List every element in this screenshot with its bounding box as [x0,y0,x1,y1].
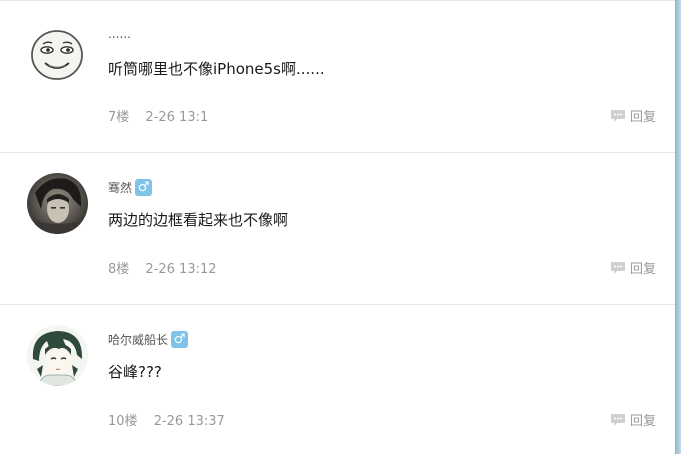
username-text[interactable]: ...... [108,27,131,41]
reply-button[interactable]: 回复 [610,106,656,125]
post-time: 2-26 13:1 [145,110,209,125]
avatar[interactable] [27,23,88,84]
comment-content: 两边的边框看起来也不像啊 [108,211,289,229]
comment-content: 听筒哪里也不像iPhone5s啊...... [108,60,325,78]
post-time: 2-26 13:37 [153,414,225,429]
reply-icon [610,413,625,426]
reply-button[interactable]: 回复 [610,258,656,277]
comment-item: 骞然 ♂ 两边的边框看起来也不像啊 8楼 2-26 13:12 回复 [0,152,675,304]
floor-number: 10楼 [108,414,138,429]
comment-list: ...... 听筒哪里也不像iPhone5s啊...... 7楼 2-26 13… [0,0,675,454]
window-edge [675,0,681,454]
reply-label[interactable]: 回复 [630,410,656,429]
reply-icon [610,261,625,274]
male-gender-icon: ♂ [171,331,189,348]
green-hair-anime-avatar-icon [27,325,88,386]
avatar[interactable] [27,325,88,386]
username-text[interactable]: 骞然 [108,179,132,196]
dark-anime-avatar-icon [27,173,88,234]
username[interactable]: 骞然 ♂ [108,179,153,196]
username-text[interactable]: 哈尔威船长 [108,331,168,348]
comment-meta: 8楼 2-26 13:12 [108,258,217,277]
meme-face-avatar-icon [27,23,88,84]
comment-item: 哈尔威船长 ♂ 谷峰??? 10楼 2-26 13:37 回复 [0,304,675,454]
floor-number: 8楼 [108,262,130,277]
floor-number: 7楼 [108,110,130,125]
reply-button[interactable]: 回复 [610,410,656,429]
avatar[interactable] [27,173,88,234]
comment-meta: 10楼 2-26 13:37 [108,410,225,429]
reply-icon [610,109,625,122]
comment-meta: 7楼 2-26 13:1 [108,106,208,125]
reply-label[interactable]: 回复 [630,258,656,277]
username[interactable]: ...... [108,27,131,41]
username[interactable]: 哈尔威船长 ♂ [108,331,189,348]
comment-content: 谷峰??? [108,363,162,381]
reply-label[interactable]: 回复 [630,106,656,125]
comment-item: ...... 听筒哪里也不像iPhone5s啊...... 7楼 2-26 13… [0,0,675,152]
male-gender-icon: ♂ [135,179,153,196]
post-time: 2-26 13:12 [145,262,217,277]
